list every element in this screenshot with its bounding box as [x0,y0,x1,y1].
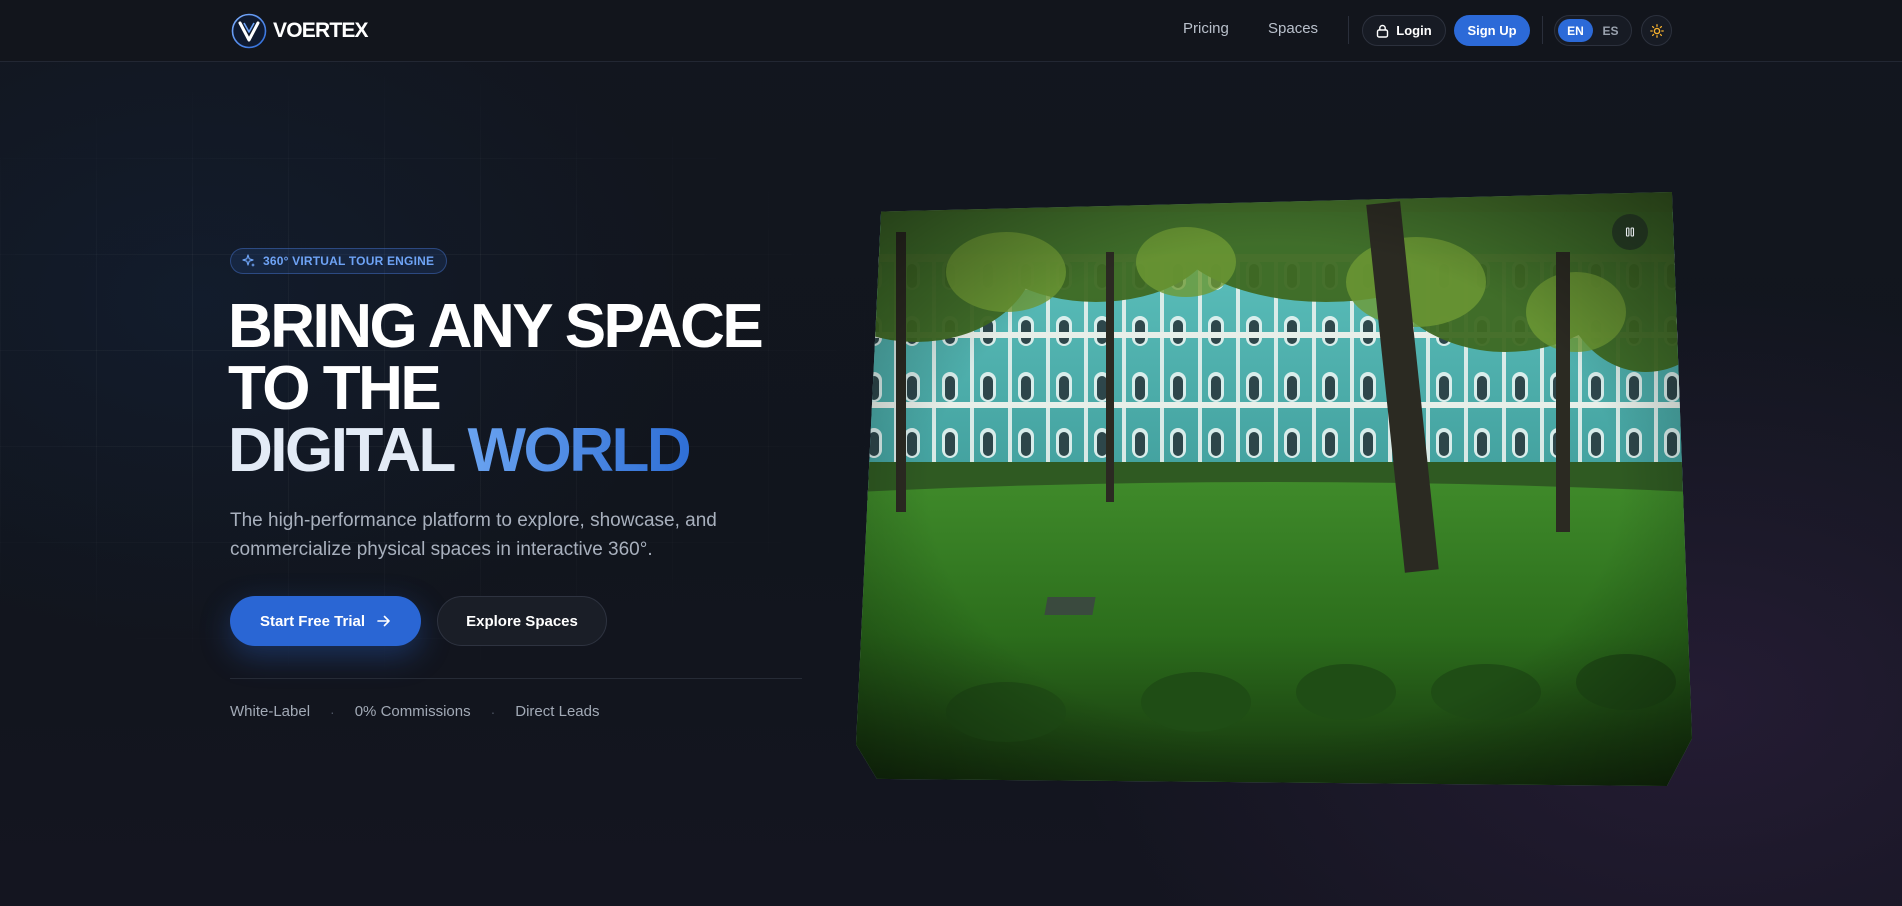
hero-headline: BRING ANY SPACE TO THE DIGITAL WORLD [228,296,764,485]
feature-item: White-Label [230,703,311,720]
panorama-image[interactable] [856,192,1692,786]
headline-world: WORLD [467,416,691,485]
feature-separator: · [490,703,496,720]
tour-viewer[interactable] [856,192,1692,786]
language-option-en[interactable]: EN [1558,19,1593,42]
v-logo-icon [231,13,267,49]
language-option-es[interactable]: ES [1593,19,1628,42]
feature-item: 0% Commissions [354,703,471,720]
start-free-trial-button[interactable]: Start Free Trial [230,596,421,646]
headline-line-2: TO THE [228,354,442,423]
theme-toggle-button[interactable] [1641,15,1672,46]
nav-link-pricing[interactable]: Pricing [1183,20,1229,37]
hero-subtitle: The high-performance platform to explore… [230,510,717,560]
language-toggle: EN ES [1554,15,1632,46]
arrow-right-icon [377,615,390,627]
start-free-trial-label: Start Free Trial [259,612,366,630]
feature-separator: · [330,703,335,720]
headline-digital: DIGITAL [228,416,455,485]
explore-spaces-label: Explore Spaces [466,612,578,630]
signup-label: Sign Up [1467,23,1517,38]
lock-icon [1377,24,1389,38]
top-nav: VOERTEX Pricing Spaces Login Sign Up EN … [0,0,1902,62]
sun-icon [1649,23,1664,38]
brand-name: VOERTEX [273,19,369,42]
sparkles-icon [242,254,255,267]
hero-badge: 360° VIRTUAL TOUR ENGINE [230,248,448,274]
signup-button[interactable]: Sign Up [1454,15,1530,46]
brand[interactable]: VOERTEX [231,13,369,49]
panorama-scene [856,192,1692,786]
explore-spaces-button[interactable]: Explore Spaces [437,596,607,646]
hero-divider [230,678,802,679]
pause-icon [1625,227,1635,237]
login-label: Login [1396,23,1432,38]
nav-divider [1348,16,1349,44]
hero-badge-label: 360° VIRTUAL TOUR ENGINE [263,254,435,268]
headline-line-1: BRING ANY SPACE [228,292,764,361]
nav-link-spaces[interactable]: Spaces [1268,20,1318,37]
landing-page: VOERTEX Pricing Spaces Login Sign Up EN … [0,0,1902,906]
login-button[interactable]: Login [1362,15,1446,46]
nav-divider [1542,16,1543,44]
pause-button[interactable] [1612,214,1648,250]
feature-item: Direct Leads [515,703,600,720]
feature-list: White-Label · 0% Commissions · Direct Le… [230,703,599,720]
